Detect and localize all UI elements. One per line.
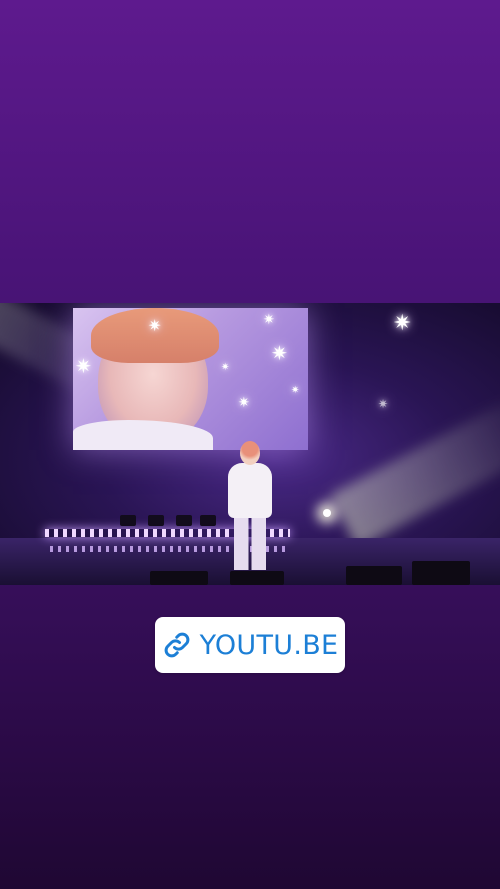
- stage-monitor: [230, 571, 284, 585]
- sparkle-icon: ✷: [393, 311, 412, 336]
- story-canvas: ✷ ✷ ✷ ✷ ✷ ✷ ✷ ✷ ✷ YOUTU.BE: [0, 0, 500, 889]
- performer: [228, 463, 272, 518]
- stage-monitor: [346, 566, 402, 585]
- stage-video-screen: ✷ ✷ ✷ ✷ ✷ ✷ ✷: [73, 308, 308, 450]
- sparkle-icon: ✷: [238, 395, 250, 411]
- spotlight: [323, 509, 331, 517]
- stage-equipment: [148, 515, 164, 526]
- link-label: YOUTU.BE: [199, 629, 339, 661]
- stage-light-beam-right: [329, 401, 500, 549]
- sparkle-icon: ✷: [291, 385, 300, 396]
- stage-equipment: [176, 515, 192, 526]
- sparkle-icon: ✷: [221, 362, 230, 373]
- concert-photo: ✷ ✷ ✷ ✷ ✷ ✷ ✷ ✷ ✷: [0, 303, 500, 585]
- sparkle-icon: ✷: [378, 397, 389, 411]
- link-sticker[interactable]: YOUTU.BE: [155, 617, 345, 673]
- stage-monitor: [150, 571, 208, 585]
- performer-head: [240, 441, 260, 465]
- sparkle-icon: ✷: [75, 354, 92, 378]
- sparkle-icon: ✷: [148, 316, 162, 335]
- sparkle-icon: ✷: [271, 341, 288, 365]
- sparkle-icon: ✷: [263, 312, 275, 328]
- performer-legs: [234, 515, 266, 570]
- stage-monitor: [412, 561, 470, 585]
- stage-equipment: [120, 515, 136, 526]
- link-icon: [164, 632, 189, 658]
- stage-equipment: [200, 515, 216, 526]
